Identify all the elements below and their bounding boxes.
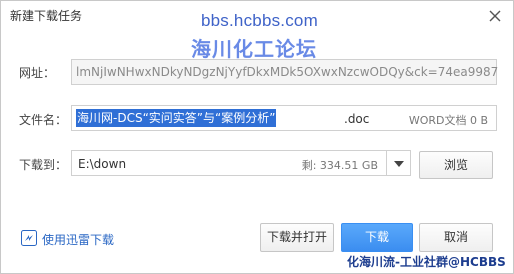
url-field[interactable]: lmNjIwNHwxNDkyNDgzNjYyfDkxMDk5OXwxNzcwOD… [71,59,499,85]
new-download-dialog: 新建下载任务 bbs.hcbbs.com 海川化工论坛 网址： lmNjIwNH… [0,0,514,274]
path-dropdown-button[interactable] [387,150,411,176]
cancel-button[interactable]: 取消 [419,223,493,252]
filename-selected-text: 海川网-DCS“实问实答”与“案例分析” [76,109,277,127]
watermark-bottom: 化海川流-工业社群@HCBBS [347,255,506,269]
filename-label: 文件名： [19,113,68,127]
download-path-input[interactable]: E:\down 剩: 334.51 GB [71,150,387,176]
download-button[interactable]: 下载 [341,223,413,252]
dialog-title: 新建下载任务 [10,9,83,23]
file-type-size: WORD文档 0 B [408,114,488,127]
watermark-forum-name: 海川化工论坛 [191,37,317,61]
url-label: 网址： [19,66,56,80]
chevron-down-icon [394,161,404,167]
download-and-open-button[interactable]: 下载并打开 [260,223,334,252]
watermark-url: bbs.hcbbs.com [201,11,318,30]
browse-button[interactable]: 浏览 [419,151,493,179]
filename-extension: .doc [344,112,370,126]
download-to-label: 下载到： [19,158,68,172]
free-space-text: 剩: 334.51 GB [301,159,378,172]
use-thunder-label: 使用迅雷下载 [42,233,115,247]
close-icon[interactable] [487,8,503,24]
filename-input[interactable]: 海川网-DCS“实问实答”与“案例分析” .doc WORD文档 0 B [71,105,497,131]
download-path-value: E:\down [78,157,127,171]
thunder-icon [21,230,37,246]
url-value: lmNjIwNHwxNDkyNDgzNjYyfDkxMDk5OXwxNzcwOD… [76,65,499,79]
